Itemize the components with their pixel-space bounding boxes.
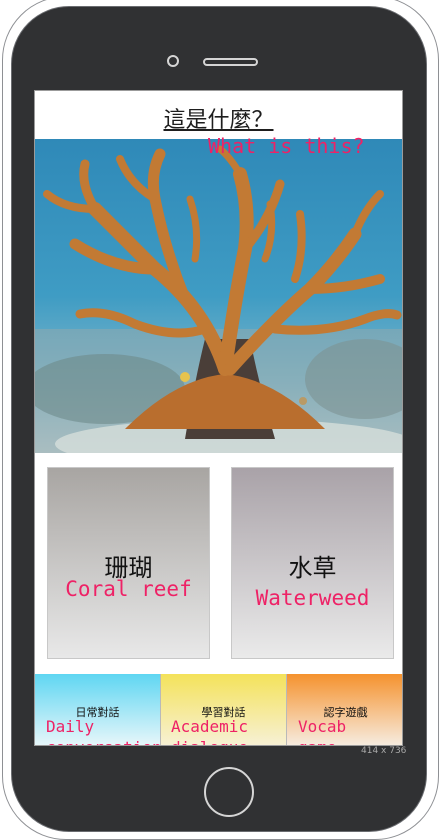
choice-card-waterweed[interactable]: 水草 Waterweed (231, 467, 394, 659)
tab-vocab-game[interactable]: 認字遊戲 Vocab game (287, 674, 402, 745)
camera-icon (167, 55, 179, 67)
choice-label-en: Waterweed (255, 586, 370, 610)
app-screen: 這是什麼？ What is this? 珊瑚 Coral reef 水草 Wat… (34, 90, 403, 746)
tab-label-en: Vocab game (298, 717, 347, 745)
coral-photo (35, 139, 402, 453)
choice-label-en: Coral reef (65, 577, 192, 601)
tab-label-en: Daily conversation (46, 717, 162, 745)
choice-label-zh: 水草 (288, 554, 337, 582)
device-size-label: 414 x 736 (361, 746, 407, 756)
tab-daily-conversation[interactable]: 日常對話 Daily conversation (35, 674, 162, 745)
tab-label-en: Academic dialogue (171, 717, 249, 745)
home-button[interactable] (204, 767, 254, 817)
bottom-tab-bar: 日常對話 Daily conversation 學習對話 Academic di… (35, 674, 402, 745)
speaker-icon (203, 58, 258, 66)
question-title: 這是什麼？ (163, 108, 274, 133)
tab-academic-dialogue[interactable]: 學習對話 Academic dialogue (161, 674, 287, 745)
choice-card-coral-reef[interactable]: 珊瑚 Coral reef (47, 467, 210, 659)
question-subtitle: What is this? (208, 134, 365, 158)
